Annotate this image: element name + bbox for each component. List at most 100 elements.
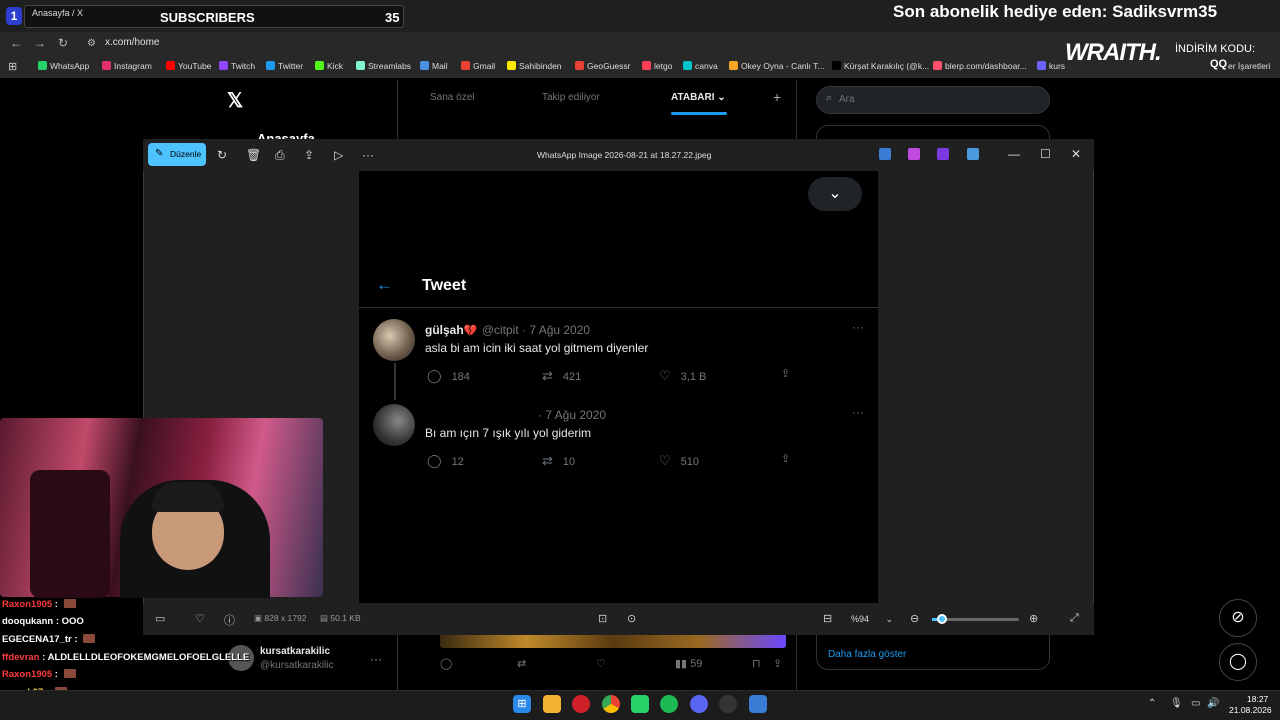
favorite-icon[interactable]: ♡ — [195, 612, 205, 625]
bookmark-item[interactable]: Okey Oyna - Canlı T... — [729, 61, 824, 71]
zoom-out-icon[interactable]: ⊖ — [910, 612, 919, 625]
bookmark-item[interactable]: YouTube — [166, 61, 211, 71]
spotify-icon[interactable] — [660, 695, 678, 713]
display-icon[interactable]: ▭ — [1191, 698, 1200, 709]
slideshow-icon[interactable]: ▷ — [334, 148, 343, 162]
tweet-author: gülşah💔 @citpit · 7 Ağu 2020 — [425, 321, 590, 339]
tray-chevron-icon[interactable]: ⌃ — [1148, 698, 1156, 709]
bookmark-label: Mail — [432, 61, 448, 71]
search-icon: ⌕ — [826, 92, 833, 104]
photos-icon[interactable] — [749, 695, 767, 713]
reload-icon[interactable]: ↻ — [58, 36, 68, 50]
app-icon[interactable] — [937, 148, 949, 160]
bookmark-item[interactable]: Gmail — [461, 61, 495, 71]
x-logo-icon[interactable]: 𝕏 — [227, 88, 243, 113]
reply-stat: ◯ 12 — [427, 453, 464, 469]
share-icon[interactable]: ⇪ — [304, 148, 314, 162]
bookmark-icon[interactable]: ⊓ — [752, 657, 761, 670]
reply-icon[interactable]: ◯ — [440, 657, 452, 670]
tab-for-you[interactable]: Sana özel — [430, 92, 474, 103]
add-tab-icon[interactable]: + — [773, 89, 781, 105]
app-icon[interactable] — [879, 148, 891, 160]
close-icon[interactable]: ✕ — [1071, 147, 1081, 161]
more-icon: ··· — [852, 405, 864, 419]
bookmark-item[interactable]: Kürşat Karakılıç (@k... — [832, 61, 929, 71]
reading-list[interactable]: er İşaretleri — [1228, 61, 1271, 71]
reply-icon: ◯ — [427, 368, 442, 383]
chat-text: OOO — [61, 616, 84, 627]
bookmark-item[interactable]: WhatsApp — [38, 61, 89, 71]
bookmark-item[interactable]: Streamlabs — [356, 61, 411, 71]
views-icon: ▮▮ — [675, 658, 688, 670]
clock-date[interactable]: 21.08.2026 — [1229, 705, 1272, 715]
more-icon[interactable]: ··· — [362, 148, 374, 162]
tab-atabari[interactable]: ATABARI ⌄ — [671, 92, 726, 103]
fit-icon[interactable]: ⊟ — [823, 612, 832, 625]
site-info-icon[interactable]: ⚙ — [87, 38, 96, 49]
show-more-link[interactable]: Daha fazla göster — [828, 649, 906, 660]
image-dimensions: ▣ 828 x 1792 — [254, 613, 307, 623]
bookmark-item[interactable]: Mail — [420, 61, 448, 71]
browser-tab[interactable]: Anasayfa / X — [32, 8, 83, 18]
apps-grid-icon[interactable]: ⊞ — [8, 60, 17, 73]
chrome-icon[interactable] — [602, 695, 620, 713]
reply-count: 184 — [451, 371, 470, 383]
start-icon[interactable]: ⊞ — [513, 695, 531, 713]
bookmark-item[interactable]: Instagram — [102, 61, 152, 71]
bookmark-item[interactable]: Twitch — [219, 61, 255, 71]
crop-icon[interactable]: ⊡ — [598, 612, 607, 625]
print-icon[interactable]: ⎙ — [275, 148, 285, 163]
more-icon[interactable]: ··· — [370, 652, 382, 666]
fullscreen-icon[interactable]: ⤢ — [1070, 612, 1079, 625]
file-explorer-icon[interactable] — [543, 695, 561, 713]
account-name[interactable]: kursatkarakilic — [260, 646, 330, 657]
clock-time[interactable]: 18:27 — [1247, 694, 1268, 704]
bookmark-label: YouTube — [178, 61, 212, 71]
retweet-icon[interactable]: ⇄ — [517, 657, 526, 670]
chat-separator: : — [52, 599, 61, 610]
bookmark-icon — [461, 61, 470, 70]
rotate-icon[interactable]: ↻ — [217, 148, 227, 162]
volume-icon[interactable]: 🔊 — [1207, 698, 1219, 709]
opera-icon[interactable] — [572, 695, 590, 713]
like-icon[interactable]: ♡ — [596, 657, 606, 670]
visual-search-icon[interactable]: ⊙ — [627, 612, 636, 625]
obs-icon[interactable] — [719, 695, 737, 713]
share-icon[interactable]: ⇪ — [773, 657, 782, 670]
grok-icon[interactable]: ⊘ — [1219, 599, 1257, 637]
messages-icon[interactable]: ◯ — [1219, 643, 1257, 681]
bookmark-item[interactable]: kurs — [1037, 61, 1065, 71]
bookmark-item[interactable]: GeoGuessr — [575, 61, 630, 71]
filmstrip-icon[interactable]: ▭ — [155, 612, 165, 625]
whatsapp-icon[interactable] — [631, 695, 649, 713]
bookmark-item[interactable]: canva — [683, 61, 718, 71]
tab-following[interactable]: Takip ediliyor — [542, 92, 600, 103]
bookmark-item[interactable]: letgo — [642, 61, 672, 71]
bookmark-item[interactable]: Twitter — [266, 61, 303, 71]
chat-separator: : — [52, 669, 61, 680]
mic-icon[interactable]: 🎙 — [1170, 698, 1183, 709]
share-icon: ⇪ — [781, 453, 791, 465]
delete-icon[interactable]: 🗑 — [246, 148, 261, 162]
views-stat[interactable]: ▮▮ 59 — [675, 657, 702, 670]
bookmark-item[interactable]: Kick — [315, 61, 343, 71]
bookmark-item[interactable]: Sahibinden — [507, 61, 562, 71]
discord-icon[interactable] — [690, 695, 708, 713]
chat-message: ffdevran : ALDLELLDLEOFOKEMGMELOFOELGLEL… — [2, 652, 249, 663]
bookmark-item[interactable]: blerp.com/dashboar... — [933, 61, 1027, 71]
zoom-select[interactable]: %94 ⌄ — [851, 614, 893, 625]
forward-icon[interactable]: → — [34, 36, 46, 50]
zoom-in-icon[interactable]: ⊕ — [1029, 612, 1038, 625]
minimize-icon[interactable]: — — [1008, 147, 1020, 161]
retweet-icon: ⇄ — [542, 453, 553, 468]
bookmark-label: Kick — [327, 61, 344, 71]
info-icon[interactable]: ⓘ — [224, 612, 235, 628]
retweet-icon: ⇄ — [542, 368, 553, 383]
file-size: ▤ 50.1 KB — [320, 613, 361, 623]
maximize-icon[interactable]: ☐ — [1040, 147, 1051, 161]
url-field[interactable]: x.com/home — [105, 37, 159, 48]
back-icon[interactable]: ← — [10, 36, 22, 50]
onedrive-icon[interactable] — [967, 148, 979, 160]
chat-message: dooqukann : OOO — [2, 616, 84, 627]
app-icon[interactable] — [908, 148, 920, 160]
